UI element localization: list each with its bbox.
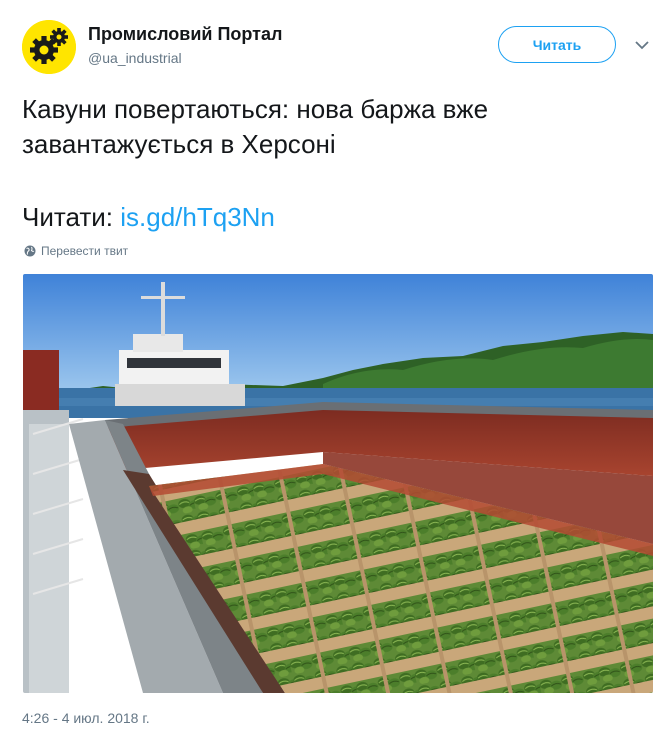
chevron-down-icon[interactable] [634,38,650,52]
barge-watermelons-photo [23,274,653,693]
account-name[interactable]: Промисловий Портал [88,24,282,45]
tweet-link[interactable]: is.gd/hTq3Nn [120,202,275,232]
translate-tweet[interactable]: Перевести твит [24,244,128,258]
read-prefix: Читати: [22,202,121,232]
follow-button[interactable]: Читать [498,26,616,63]
gear-logo-icon [22,20,76,74]
tweet-text: Кавуни повертаються: нова баржа вже зава… [22,94,489,159]
account-handle[interactable]: @ua_industrial [88,50,182,66]
tweet-photo[interactable] [23,274,653,693]
tweet-read-line: Читати: is.gd/hTq3Nn [22,200,275,235]
globe-icon [24,245,36,257]
tweet-header: Промисловий Портал @ua_industrial Читать [22,18,654,78]
avatar[interactable] [22,20,76,74]
tweet-timestamp[interactable]: 4:26 - 4 июл. 2018 г. [22,710,150,726]
translate-label: Перевести твит [41,244,129,258]
